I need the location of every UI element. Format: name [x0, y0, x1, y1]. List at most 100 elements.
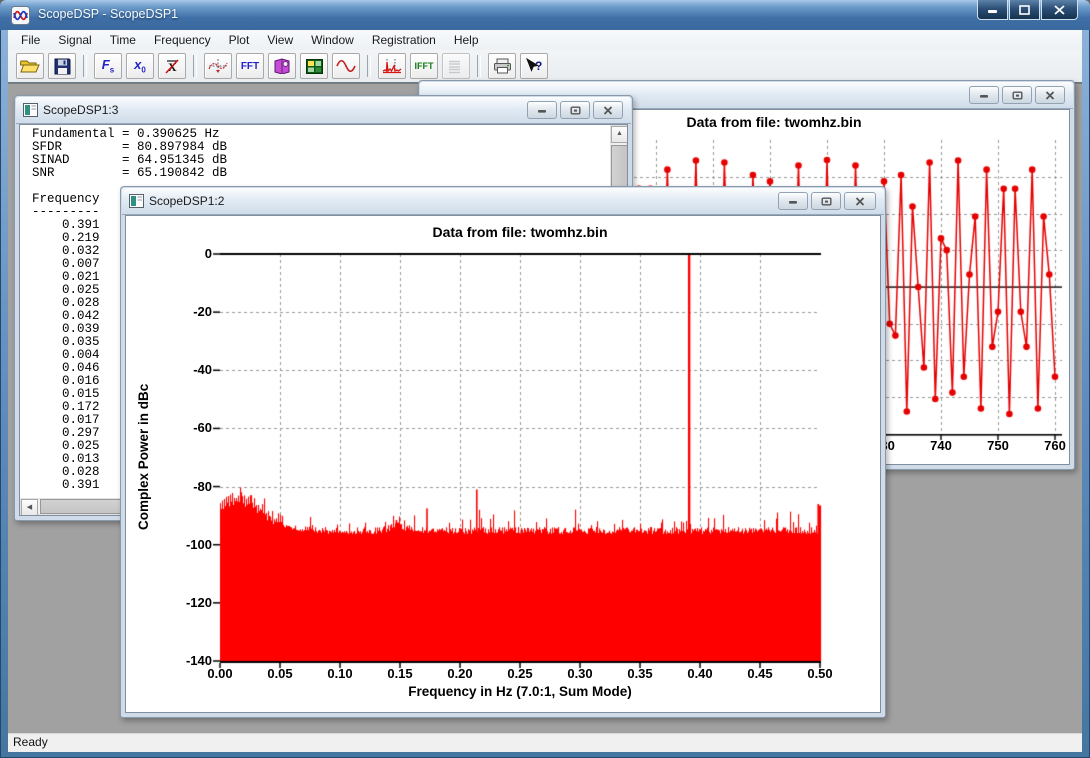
x-tick-label: 760: [1037, 438, 1070, 453]
ifft-text-icon: IFFT: [415, 61, 434, 71]
y-tick-label: -60: [164, 420, 212, 435]
scroll-up-arrow[interactable]: ▲: [611, 126, 628, 143]
y-tick-label: -20: [164, 304, 212, 319]
x-tick-label: 0.10: [318, 666, 362, 681]
spectrum-window-content: Data from file: twomhz.bin Complex Power…: [125, 215, 881, 713]
menu-item-signal[interactable]: Signal: [49, 31, 100, 49]
y-tick-label: -80: [164, 479, 212, 494]
save-file-button[interactable]: [48, 53, 76, 79]
child-minimize-icon: [979, 91, 989, 99]
print-button[interactable]: [488, 53, 516, 79]
child-close-button[interactable]: [1035, 86, 1065, 104]
toolbar: Fs x0 X FFT: [8, 50, 1082, 83]
context-help-button[interactable]: ?: [520, 53, 548, 79]
child-close-button[interactable]: [593, 101, 623, 119]
spectrum-x-axis-label: Frequency in Hz (7.0:1, Sum Mode): [220, 684, 820, 699]
list-data-button[interactable]: [442, 53, 470, 79]
fs-icon: Fs: [102, 57, 114, 75]
scopedsp-application: ScopeDSP - ScopeDSP1 FileSignalTimeFrequ…: [0, 0, 1090, 758]
purple-book-icon: [273, 58, 291, 74]
x-tick-label: 0.25: [498, 666, 542, 681]
sample-rate-button[interactable]: Fs: [94, 53, 122, 79]
menu-item-window[interactable]: Window: [302, 31, 363, 49]
child-close-icon: [603, 106, 613, 115]
maximize-button[interactable]: [1009, 0, 1040, 20]
open-file-button[interactable]: [16, 53, 44, 79]
menu-item-file[interactable]: File: [12, 31, 49, 49]
green-grid-icon: [306, 59, 323, 74]
y-tick-label: -100: [164, 537, 212, 552]
child-close-button[interactable]: [844, 192, 876, 210]
y-tick-label: 0: [164, 246, 212, 261]
status-bar: Ready: [8, 733, 1082, 752]
child-minimize-button[interactable]: [778, 192, 808, 210]
status-text: Ready: [13, 735, 48, 749]
fft-button[interactable]: FFT: [236, 53, 264, 79]
app-logo-icon: [11, 6, 30, 25]
x0-icon: x0: [134, 57, 146, 75]
xbar-slash-icon: X: [164, 58, 180, 74]
child-window-icon: [129, 194, 144, 208]
spectrum-window-titlebar[interactable]: ScopeDSP1:2: [122, 188, 884, 215]
origin-button[interactable]: x0: [126, 53, 154, 79]
plot-time-button[interactable]: [204, 53, 232, 79]
vertical-scroll-thumb[interactable]: [611, 145, 628, 189]
toolbar-separator: [193, 55, 197, 77]
time-plot-icon: [208, 58, 228, 74]
menu-item-frequency[interactable]: Frequency: [145, 31, 220, 49]
open-folder-icon: [20, 58, 40, 74]
child-restore-button[interactable]: [1002, 86, 1032, 104]
scroll-left-arrow[interactable]: ◀: [21, 499, 38, 516]
x-tick-label: 0.50: [798, 666, 842, 681]
menu-item-view[interactable]: View: [258, 31, 302, 49]
child-close-icon: [855, 197, 865, 206]
minimize-icon: [987, 5, 998, 14]
spectrum-plot-icon: [382, 58, 402, 74]
x-tick-label: 0.00: [198, 666, 242, 681]
fft-text-icon: FFT: [241, 61, 259, 72]
spectrum-window-title: ScopeDSP1:2: [149, 194, 224, 208]
menu-item-time[interactable]: Time: [101, 31, 145, 49]
generate-signal-button[interactable]: [332, 53, 360, 79]
x-tick-label: 0.20: [438, 666, 482, 681]
child-minimize-button[interactable]: [527, 101, 557, 119]
x-tick-label: 0.40: [678, 666, 722, 681]
child-window-icon: [23, 103, 38, 117]
ifft-button[interactable]: IFFT: [410, 53, 438, 79]
menu-item-plot[interactable]: Plot: [220, 31, 259, 49]
child-minimize-button[interactable]: [969, 86, 999, 104]
spectrum-window[interactable]: ScopeDSP1:2 Data from file: twomhz.bin C…: [120, 186, 886, 718]
plot-spectrum-button[interactable]: [378, 53, 406, 79]
close-icon: [1054, 5, 1065, 15]
maximize-icon: [1019, 5, 1030, 15]
svg-text:?: ?: [535, 59, 542, 73]
child-restore-icon: [570, 106, 581, 115]
menu-bar: FileSignalTimeFrequencyPlotViewWindowReg…: [8, 30, 1082, 50]
main-titlebar[interactable]: ScopeDSP - ScopeDSP1: [0, 0, 1090, 30]
x-tick-label: 0.15: [378, 666, 422, 681]
sine-wave-icon: [336, 60, 356, 72]
app-title: ScopeDSP - ScopeDSP1: [38, 0, 178, 29]
child-close-icon: [1045, 91, 1055, 100]
child-restore-button[interactable]: [560, 101, 590, 119]
results-window-title: ScopeDSP1:3: [43, 103, 118, 117]
clear-stats-button[interactable]: X: [158, 53, 186, 79]
x-tick-label: 0.45: [738, 666, 782, 681]
spectrum-plot-canvas: [126, 216, 881, 713]
x-tick-label: 0.30: [558, 666, 602, 681]
child-minimize-icon: [788, 197, 798, 205]
child-restore-icon: [1012, 91, 1023, 100]
notebook-button[interactable]: [268, 53, 296, 79]
minimize-button[interactable]: [977, 0, 1008, 20]
tile-windows-button[interactable]: [300, 53, 328, 79]
child-restore-button[interactable]: [811, 192, 841, 210]
y-tick-label: -120: [164, 595, 212, 610]
close-button[interactable]: [1041, 0, 1078, 20]
toolbar-separator: [477, 55, 481, 77]
list-icon: [448, 59, 464, 74]
save-floppy-icon: [54, 58, 71, 75]
menu-item-registration[interactable]: Registration: [363, 31, 445, 49]
child-restore-icon: [821, 197, 832, 206]
y-tick-label: -40: [164, 362, 212, 377]
menu-item-help[interactable]: Help: [445, 31, 488, 49]
